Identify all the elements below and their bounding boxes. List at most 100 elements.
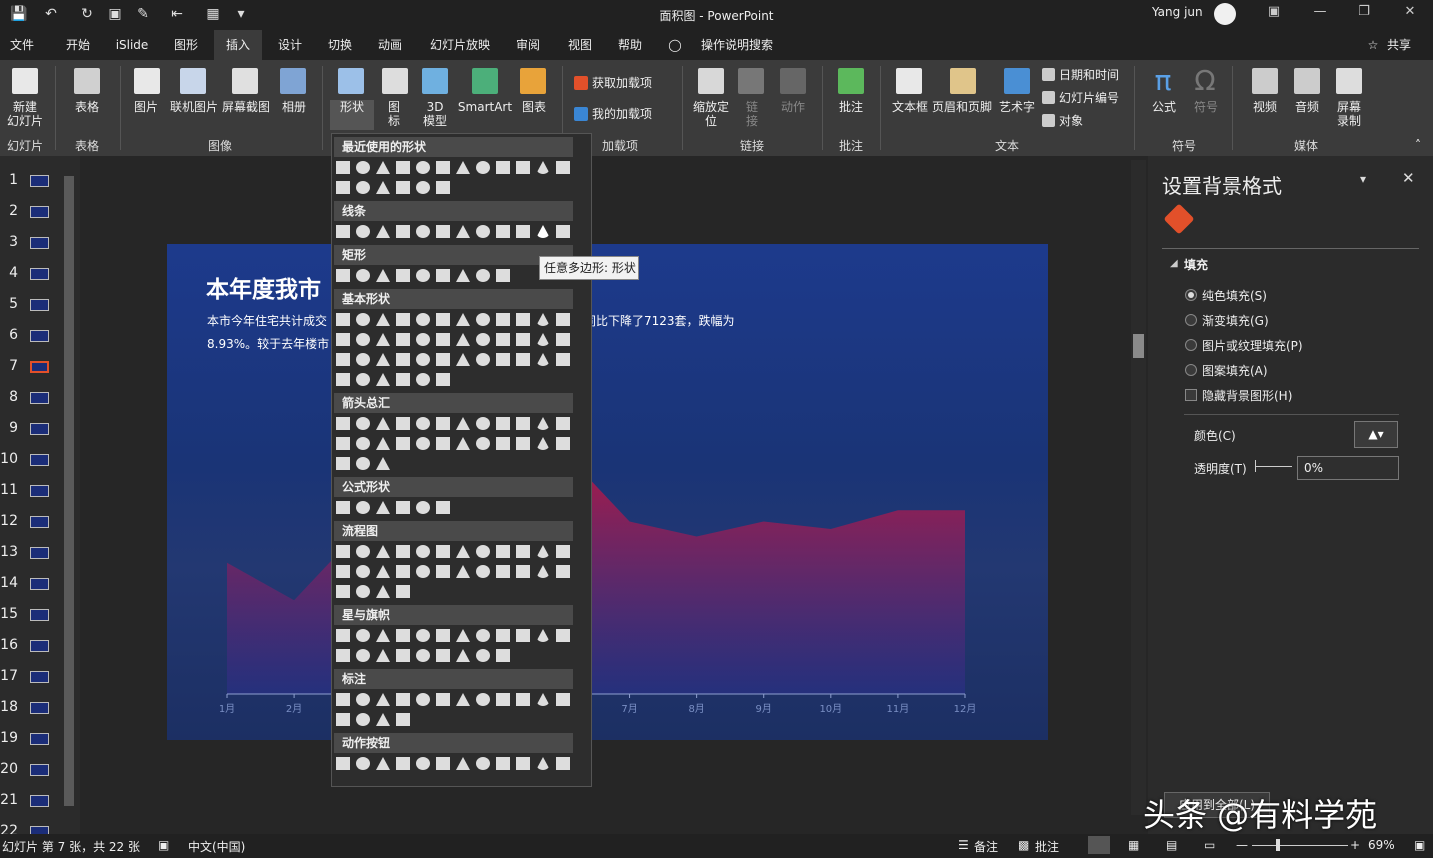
thumbnail-scrollbar[interactable] <box>62 160 76 832</box>
shape-option-icon[interactable] <box>376 353 390 366</box>
fit-slide-icon[interactable]: ▣ <box>1414 838 1425 852</box>
shape-option-icon[interactable] <box>476 649 490 662</box>
shape-option-icon[interactable] <box>436 757 450 770</box>
shape-option-icon[interactable] <box>516 565 530 578</box>
shape-option-icon[interactable] <box>396 269 410 282</box>
zoom-in-icon[interactable]: + <box>1350 838 1360 852</box>
shape-option-icon[interactable] <box>416 269 430 282</box>
3d-model-button[interactable]: 3D 模型 <box>418 100 452 128</box>
tab-file[interactable]: 文件 <box>0 30 44 60</box>
shape-option-icon[interactable] <box>396 693 410 706</box>
avatar[interactable] <box>1214 3 1236 25</box>
shape-option-icon[interactable] <box>556 757 570 770</box>
shape-option-icon[interactable] <box>336 353 350 366</box>
shape-option-icon[interactable] <box>376 417 390 430</box>
shape-option-icon[interactable] <box>396 161 410 174</box>
shape-option-icon[interactable] <box>356 693 370 706</box>
slide-thumbnail[interactable] <box>30 485 49 497</box>
shape-option-icon[interactable] <box>336 757 350 770</box>
shape-option-icon[interactable] <box>356 353 370 366</box>
shape-option-icon[interactable] <box>376 713 390 726</box>
shape-option-icon[interactable] <box>556 353 570 366</box>
slide-thumbnail[interactable] <box>30 392 49 404</box>
shape-option-icon[interactable] <box>496 437 510 450</box>
slide-sorter-icon[interactable]: ▦ <box>1128 838 1139 852</box>
shape-option-icon[interactable] <box>436 353 450 366</box>
shape-option-icon[interactable] <box>376 693 390 706</box>
hide-bg-label[interactable]: 隐藏背景图形(H) <box>1202 387 1292 404</box>
picture-fill-radio[interactable] <box>1185 339 1197 351</box>
shape-option-icon[interactable] <box>396 629 410 642</box>
shape-option-icon[interactable] <box>456 313 470 326</box>
shape-option-icon[interactable] <box>556 161 570 174</box>
textbox-button[interactable]: 文本框 <box>888 100 932 114</box>
shape-option-icon[interactable] <box>516 437 530 450</box>
shape-option-icon[interactable] <box>376 757 390 770</box>
shape-option-icon[interactable] <box>356 417 370 430</box>
slide-thumbnail[interactable] <box>30 237 49 249</box>
shape-option-icon[interactable] <box>376 313 390 326</box>
shape-option-icon[interactable] <box>396 353 410 366</box>
shape-option-icon[interactable] <box>356 457 370 470</box>
shape-option-icon[interactable] <box>416 181 430 194</box>
shape-option-icon[interactable] <box>376 161 390 174</box>
object-button[interactable]: 对象 <box>1059 114 1099 128</box>
shape-option-icon[interactable] <box>436 269 450 282</box>
shape-option-icon[interactable] <box>456 757 470 770</box>
tab-slideshow[interactable]: 幻灯片放映 <box>420 30 500 60</box>
shape-option-icon[interactable] <box>416 225 430 238</box>
shape-option-icon[interactable] <box>536 225 550 238</box>
symbol-button[interactable]: 符号 <box>1188 100 1224 114</box>
shape-option-icon[interactable] <box>476 269 490 282</box>
pattern-fill-label[interactable]: 图案填充(A) <box>1202 362 1268 379</box>
shape-option-icon[interactable] <box>376 225 390 238</box>
tab-islide[interactable]: iSlide <box>108 30 156 60</box>
shape-option-icon[interactable] <box>356 501 370 514</box>
shape-option-icon[interactable] <box>336 629 350 642</box>
tab-graphics[interactable]: 图形 <box>164 30 208 60</box>
shape-option-icon[interactable] <box>456 437 470 450</box>
get-addins-button[interactable]: 获取加载项 <box>592 76 656 90</box>
action-button[interactable]: 动作 <box>776 100 810 114</box>
tab-view[interactable]: 视图 <box>558 30 602 60</box>
shape-option-icon[interactable] <box>376 501 390 514</box>
shape-option-icon[interactable] <box>476 693 490 706</box>
tab-insert[interactable]: 插入 <box>214 30 262 60</box>
shape-option-icon[interactable] <box>536 417 550 430</box>
notes-button[interactable]: 备注 <box>974 838 998 855</box>
shape-option-icon[interactable] <box>536 629 550 642</box>
shape-option-icon[interactable] <box>396 501 410 514</box>
shape-option-icon[interactable] <box>416 501 430 514</box>
shape-option-icon[interactable] <box>396 313 410 326</box>
tab-animations[interactable]: 动画 <box>368 30 412 60</box>
shape-option-icon[interactable] <box>496 629 510 642</box>
zoom-level[interactable]: 69% <box>1368 838 1395 852</box>
shape-option-icon[interactable] <box>476 225 490 238</box>
slide-thumbnail[interactable] <box>30 299 49 311</box>
gradient-fill-label[interactable]: 渐变填充(G) <box>1202 312 1269 329</box>
shape-option-icon[interactable] <box>516 353 530 366</box>
slide-thumbnail[interactable] <box>30 175 49 187</box>
shape-option-icon[interactable] <box>456 545 470 558</box>
shape-option-icon[interactable] <box>336 565 350 578</box>
shape-option-icon[interactable] <box>336 225 350 238</box>
shape-option-icon[interactable] <box>476 437 490 450</box>
shape-option-icon[interactable] <box>376 649 390 662</box>
shape-option-icon[interactable] <box>456 353 470 366</box>
slide-thumbnail[interactable] <box>30 547 49 559</box>
shape-option-icon[interactable] <box>496 649 510 662</box>
zoom-button[interactable]: 缩放定 位 <box>688 100 734 128</box>
language-indicator[interactable]: 中文(中国) <box>188 838 245 855</box>
shape-option-icon[interactable] <box>336 501 350 514</box>
shape-option-icon[interactable] <box>336 181 350 194</box>
shape-option-icon[interactable] <box>416 693 430 706</box>
shape-option-icon[interactable] <box>436 181 450 194</box>
shape-option-icon[interactable] <box>456 333 470 346</box>
tab-help[interactable]: 帮助 <box>608 30 652 60</box>
shape-option-icon[interactable] <box>476 333 490 346</box>
slide-thumbnail[interactable] <box>30 609 49 621</box>
shape-option-icon[interactable] <box>556 693 570 706</box>
shape-option-icon[interactable] <box>356 629 370 642</box>
shape-option-icon[interactable] <box>456 565 470 578</box>
shape-option-icon[interactable] <box>396 181 410 194</box>
